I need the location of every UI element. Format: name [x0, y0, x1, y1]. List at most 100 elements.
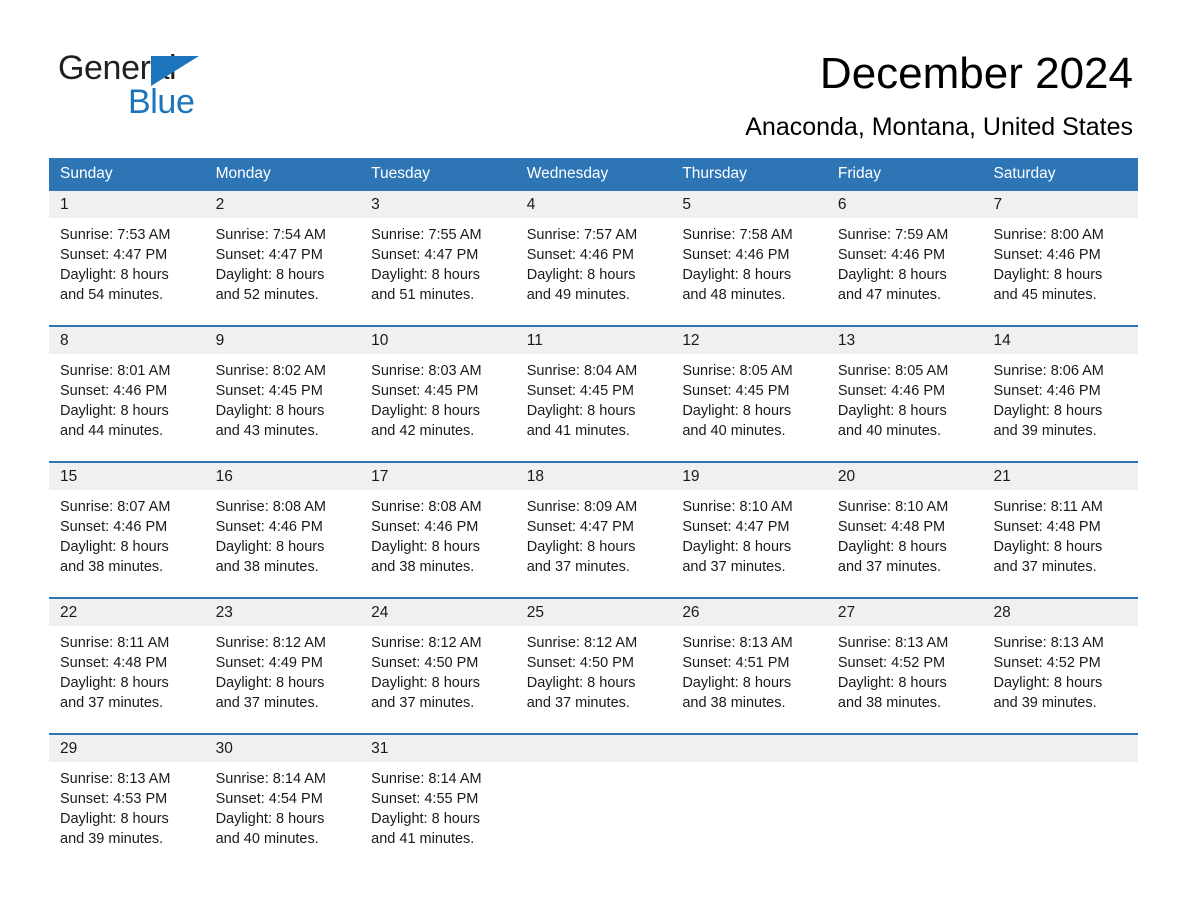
weekday-header-saturday: Saturday: [993, 165, 1056, 182]
sunrise-text: Sunrise: 8:13 AM: [682, 635, 793, 651]
day-cell[interactable]: Sunrise: 8:13 AM Sunset: 4:51 PM Dayligh…: [671, 626, 827, 733]
day-number[interactable]: 25: [516, 599, 672, 626]
day-cell[interactable]: Sunrise: 8:14 AM Sunset: 4:54 PM Dayligh…: [205, 762, 361, 869]
sunset-text: Sunset: 4:45 PM: [371, 383, 479, 399]
daylight-text-line1: Daylight: 8 hours: [526, 539, 636, 555]
day-number[interactable]: 18: [516, 463, 672, 490]
day-number[interactable]: 7: [982, 191, 1138, 218]
day-number[interactable]: 14: [982, 327, 1138, 354]
day-cell[interactable]: Sunrise: 8:12 AM Sunset: 4:49 PM Dayligh…: [205, 626, 361, 733]
sunset-text: Sunset: 4:45 PM: [526, 383, 634, 399]
day-number[interactable]: 15: [49, 463, 205, 490]
day-cell[interactable]: Sunrise: 8:00 AM Sunset: 4:46 PM Dayligh…: [982, 218, 1138, 325]
day-number[interactable]: 3: [360, 191, 516, 218]
day-number[interactable]: 13: [827, 327, 983, 354]
day-cell[interactable]: Sunrise: 8:12 AM Sunset: 4:50 PM Dayligh…: [360, 626, 516, 733]
day-number[interactable]: 16: [205, 463, 361, 490]
day-cell[interactable]: Sunrise: 8:03 AM Sunset: 4:45 PM Dayligh…: [360, 354, 516, 461]
day-cell[interactable]: Sunrise: 8:09 AM Sunset: 4:47 PM Dayligh…: [516, 490, 672, 597]
day-cell[interactable]: Sunrise: 8:11 AM Sunset: 4:48 PM Dayligh…: [982, 490, 1138, 597]
day-cell[interactable]: Sunrise: 8:13 AM Sunset: 4:52 PM Dayligh…: [982, 626, 1138, 733]
day-cell[interactable]: Sunrise: 8:08 AM Sunset: 4:46 PM Dayligh…: [360, 490, 516, 597]
day-number[interactable]: 10: [360, 327, 516, 354]
weekday-header-monday: Monday: [215, 165, 271, 182]
day-number[interactable]: 27: [827, 599, 983, 626]
sunrise-text: Sunrise: 8:11 AM: [993, 499, 1103, 515]
weekday-header-thursday: Thursday: [682, 165, 747, 182]
daylight-text-line2: and 49 minutes.: [526, 287, 630, 303]
calendar-week-row: 29 30 31 Sunrise: 8:13 AM Sunset: 4:53 P…: [49, 733, 1138, 869]
daylight-text-line1: Daylight: 8 hours: [371, 403, 480, 419]
day-cell[interactable]: Sunrise: 8:05 AM Sunset: 4:46 PM Dayligh…: [827, 354, 983, 461]
daylight-text-line2: and 37 minutes.: [682, 559, 786, 575]
day-cell[interactable]: Sunrise: 8:12 AM Sunset: 4:50 PM Dayligh…: [516, 626, 672, 733]
sunrise-text: Sunrise: 8:13 AM: [993, 635, 1104, 651]
day-cell[interactable]: Sunrise: 7:57 AM Sunset: 4:46 PM Dayligh…: [516, 218, 672, 325]
sunset-text: Sunset: 4:50 PM: [371, 655, 479, 671]
day-cell[interactable]: Sunrise: 8:04 AM Sunset: 4:45 PM Dayligh…: [516, 354, 672, 461]
day-cell[interactable]: Sunrise: 8:14 AM Sunset: 4:55 PM Dayligh…: [360, 762, 516, 869]
calendar-weekday-header-row: Sunday Monday Tuesday Wednesday Thursday…: [49, 158, 1138, 189]
day-number[interactable]: 5: [671, 191, 827, 218]
daylight-text-line2: and 40 minutes.: [215, 831, 319, 847]
daylight-text-line2: and 47 minutes.: [837, 287, 942, 303]
day-cell[interactable]: Sunrise: 8:11 AM Sunset: 4:48 PM Dayligh…: [49, 626, 205, 733]
day-number[interactable]: 22: [49, 599, 205, 626]
day-cell[interactable]: Sunrise: 8:10 AM Sunset: 4:48 PM Dayligh…: [827, 490, 983, 597]
page-header: General Blue December 2024 Anaconda, Mon…: [0, 0, 1188, 141]
day-cell[interactable]: Sunrise: 8:08 AM Sunset: 4:46 PM Dayligh…: [205, 490, 361, 597]
daylight-text-line2: and 37 minutes.: [215, 695, 319, 711]
general-blue-logo: General Blue: [58, 50, 288, 126]
day-cell[interactable]: Sunrise: 7:54 AM Sunset: 4:47 PM Dayligh…: [205, 218, 361, 325]
sunset-text: Sunset: 4:46 PM: [215, 519, 323, 535]
day-number[interactable]: 6: [827, 191, 983, 218]
day-number[interactable]: 31: [360, 735, 516, 762]
daylight-text-line2: and 45 minutes.: [993, 287, 1097, 303]
day-number-empty: [982, 735, 1138, 762]
day-cell[interactable]: Sunrise: 8:02 AM Sunset: 4:45 PM Dayligh…: [205, 354, 361, 461]
daylight-text-line1: Daylight: 8 hours: [837, 539, 947, 555]
day-number[interactable]: 4: [516, 191, 672, 218]
day-number[interactable]: 8: [49, 327, 205, 354]
day-cell[interactable]: Sunrise: 7:55 AM Sunset: 4:47 PM Dayligh…: [360, 218, 516, 325]
day-number[interactable]: 2: [205, 191, 361, 218]
daylight-text-line2: and 54 minutes.: [60, 287, 164, 303]
daylight-text-line1: Daylight: 8 hours: [993, 403, 1103, 419]
day-number[interactable]: 9: [205, 327, 361, 354]
day-cell[interactable]: Sunrise: 7:58 AM Sunset: 4:46 PM Dayligh…: [671, 218, 827, 325]
day-number[interactable]: 30: [205, 735, 361, 762]
day-number[interactable]: 24: [360, 599, 516, 626]
day-cell[interactable]: Sunrise: 8:01 AM Sunset: 4:46 PM Dayligh…: [49, 354, 205, 461]
day-number[interactable]: 23: [205, 599, 361, 626]
week-daynumber-band: 1 2 3 4 5 6 7: [49, 191, 1138, 218]
sunrise-text: Sunrise: 7:55 AM: [371, 227, 482, 243]
day-cell[interactable]: Sunrise: 8:07 AM Sunset: 4:46 PM Dayligh…: [49, 490, 205, 597]
day-number[interactable]: 28: [982, 599, 1138, 626]
daylight-text-line2: and 37 minutes.: [837, 559, 942, 575]
day-cell[interactable]: Sunrise: 7:59 AM Sunset: 4:46 PM Dayligh…: [827, 218, 983, 325]
day-number[interactable]: 20: [827, 463, 983, 490]
day-number[interactable]: 11: [516, 327, 672, 354]
week-daynumber-band: 8 9 10 11 12 13 14: [49, 327, 1138, 354]
day-cell[interactable]: Sunrise: 8:06 AM Sunset: 4:46 PM Dayligh…: [982, 354, 1138, 461]
sunrise-text: Sunrise: 8:05 AM: [837, 363, 949, 379]
day-number[interactable]: 26: [671, 599, 827, 626]
daylight-text-line1: Daylight: 8 hours: [60, 539, 169, 555]
day-cell[interactable]: Sunrise: 8:05 AM Sunset: 4:45 PM Dayligh…: [671, 354, 827, 461]
daylight-text-line2: and 37 minutes.: [371, 695, 475, 711]
daylight-text-line2: and 39 minutes.: [993, 695, 1097, 711]
day-cell[interactable]: Sunrise: 8:10 AM Sunset: 4:47 PM Dayligh…: [671, 490, 827, 597]
day-number[interactable]: 1: [49, 191, 205, 218]
day-cell[interactable]: Sunrise: 8:13 AM Sunset: 4:52 PM Dayligh…: [827, 626, 983, 733]
day-cell[interactable]: Sunrise: 7:53 AM Sunset: 4:47 PM Dayligh…: [49, 218, 205, 325]
daylight-text-line1: Daylight: 8 hours: [215, 267, 325, 283]
day-number[interactable]: 19: [671, 463, 827, 490]
day-number[interactable]: 29: [49, 735, 205, 762]
daylight-text-line1: Daylight: 8 hours: [993, 267, 1103, 283]
day-number[interactable]: 17: [360, 463, 516, 490]
day-number[interactable]: 12: [671, 327, 827, 354]
day-number[interactable]: 21: [982, 463, 1138, 490]
day-cell[interactable]: Sunrise: 8:13 AM Sunset: 4:53 PM Dayligh…: [49, 762, 205, 869]
sunset-text: Sunset: 4:46 PM: [526, 247, 634, 263]
daylight-text-line2: and 51 minutes.: [371, 287, 475, 303]
